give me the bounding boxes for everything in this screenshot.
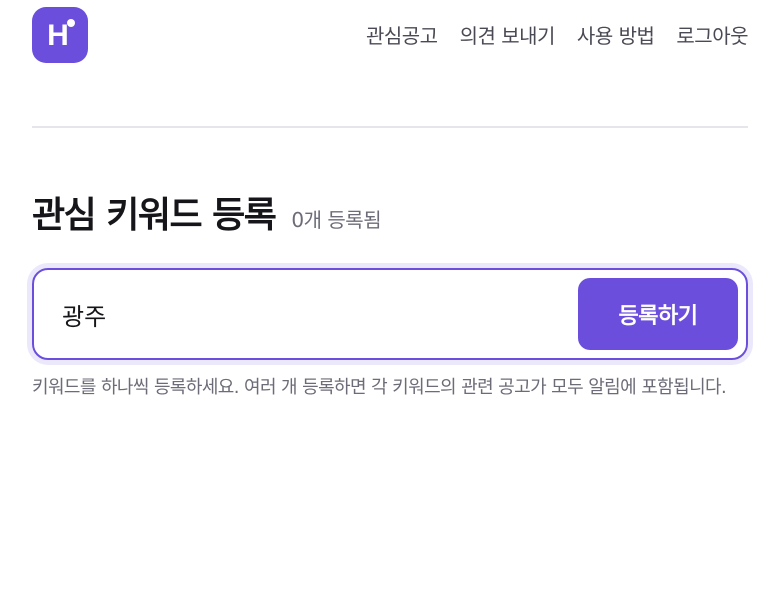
help-text: 키워드를 하나씩 등록하세요. 여러 개 등록하면 각 키워드의 관련 공고가 … bbox=[32, 377, 727, 398]
page-title: 관심 키워드 등록 bbox=[32, 195, 277, 236]
registered-count: 0개 등록됨 bbox=[291, 208, 382, 232]
logo-dot-icon bbox=[67, 19, 75, 27]
title-row: 관심 키워드 등록 0개 등록됨 bbox=[32, 186, 748, 238]
nav-link-send-feedback[interactable]: 의견 보내기 bbox=[460, 20, 556, 49]
main-nav: 관심공고 의견 보내기 사용 방법 로그아웃 bbox=[366, 20, 749, 49]
keyword-input-group: 등록하기 bbox=[32, 268, 748, 360]
nav-link-how-to-use[interactable]: 사용 방법 bbox=[577, 20, 655, 49]
keyword-input[interactable] bbox=[62, 284, 578, 344]
keyword-section: 관심 키워드 등록 0개 등록됨 등록하기 키워드를 하나씩 등록하세요. 여러… bbox=[32, 186, 748, 400]
nav-link-interest-notices[interactable]: 관심공고 bbox=[366, 20, 438, 49]
nav-link-logout[interactable]: 로그아웃 bbox=[676, 20, 748, 49]
top-header: H 관심공고 의견 보내기 사용 방법 로그아웃 bbox=[32, 0, 748, 128]
header-inner: H 관심공고 의견 보내기 사용 방법 로그아웃 bbox=[32, 0, 748, 99]
app-logo[interactable]: H bbox=[32, 7, 88, 63]
page: H 관심공고 의견 보내기 사용 방법 로그아웃 관심 키워드 등록 0개 등록… bbox=[0, 0, 780, 600]
logo-letter: H bbox=[47, 19, 69, 52]
register-button[interactable]: 등록하기 bbox=[578, 278, 738, 350]
